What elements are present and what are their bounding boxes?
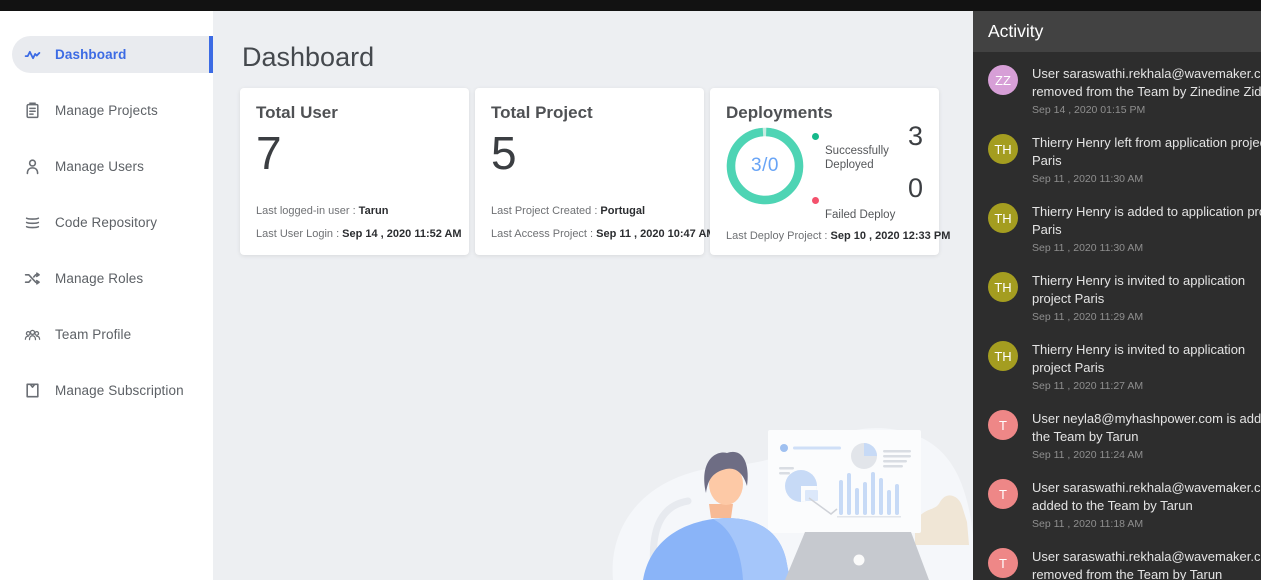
activity-timestamp: Sep 11 , 2020 11:29 AM (1032, 311, 1261, 323)
user-icon (24, 158, 41, 175)
pulse-icon (24, 46, 41, 63)
activity-timestamp: Sep 11 , 2020 11:27 AM (1032, 380, 1261, 392)
activity-item: ZZ User saraswathi.rekhala@wavemaker.com… (973, 63, 1261, 132)
sidebar-item-code-repository[interactable]: Code Repository (0, 204, 213, 241)
activity-message: Thierry Henry is added to application pr… (1032, 203, 1261, 238)
main-content: Dashboard Total User 7 Last logged-in us… (213, 11, 973, 580)
activity-list[interactable]: ZZ User saraswathi.rekhala@wavemaker.com… (973, 52, 1261, 580)
team-icon (24, 326, 41, 343)
activity-panel: Activity ZZ User saraswathi.rekhala@wave… (973, 11, 1261, 580)
sidebar-item-manage-users[interactable]: Manage Users (0, 148, 213, 185)
activity-item: T User neyla8@myhashpower.com is added t… (973, 408, 1261, 477)
deployments-card: Deployments 3/0 Successfully Deployed Fa… (710, 88, 939, 255)
card-title: Deployments (726, 103, 833, 123)
activity-timestamp: Sep 14 , 2020 01:15 PM (1032, 104, 1261, 116)
avatar: T (988, 548, 1018, 578)
sidebar-item-label: Team Profile (55, 327, 131, 342)
total-user-value: 7 (256, 126, 282, 180)
last-logged-in-user: Last logged-in user :Tarun (256, 205, 388, 217)
success-dot-icon (812, 133, 819, 140)
failed-dot-icon (812, 197, 819, 204)
failed-count: 0 (908, 173, 923, 204)
activity-item: T User saraswathi.rekhala@wavemaker.com … (973, 477, 1261, 546)
shuffle-icon (24, 270, 41, 287)
stat-cards: Total User 7 Last logged-in user :Tarun … (240, 88, 945, 255)
total-user-card: Total User 7 Last logged-in user :Tarun … (240, 88, 469, 255)
donut-center-label: 3/0 (726, 127, 804, 205)
avatar: T (988, 479, 1018, 509)
last-project-created: Last Project Created :Portugal (491, 205, 645, 217)
sidebar-item-label: Dashboard (55, 47, 126, 62)
sidebar-item-label: Manage Users (55, 159, 144, 174)
clipboard-icon (24, 102, 41, 119)
sidebar-item-manage-projects[interactable]: Manage Projects (0, 92, 213, 129)
sidebar-item-manage-subscription[interactable]: Manage Subscription (0, 372, 213, 409)
sidebar-item-label: Manage Projects (55, 103, 158, 118)
avatar: ZZ (988, 65, 1018, 95)
total-project-card: Total Project 5 Last Project Created :Po… (475, 88, 704, 255)
activity-message: Thierry Henry is invited to application … (1032, 272, 1261, 307)
activity-item: TH Thierry Henry is invited to applicati… (973, 270, 1261, 339)
sidebar: Dashboard Manage Projects Manage Users (0, 11, 213, 580)
avatar: TH (988, 272, 1018, 302)
activity-title: Activity (988, 21, 1043, 41)
activity-message: User neyla8@myhashpower.com is added to … (1032, 410, 1261, 445)
avatar: TH (988, 203, 1018, 233)
last-access-project: Last Access Project :Sep 11 , 2020 10:47… (491, 228, 716, 240)
avatar: TH (988, 134, 1018, 164)
deployments-donut-chart: 3/0 (726, 127, 804, 205)
success-count: 3 (908, 121, 923, 152)
sidebar-item-dashboard[interactable]: Dashboard (12, 36, 213, 73)
sidebar-item-team-profile[interactable]: Team Profile (0, 316, 213, 353)
activity-timestamp: Sep 11 , 2020 11:24 AM (1032, 449, 1261, 461)
activity-message: User saraswathi.rekhala@wavemaker.com is… (1032, 479, 1261, 514)
avatar: TH (988, 341, 1018, 371)
sidebar-item-label: Manage Roles (55, 271, 143, 286)
last-deploy-project: Last Deploy Project :Sep 10 , 2020 12:33… (726, 230, 950, 242)
activity-message: Thierry Henry is invited to application … (1032, 341, 1261, 376)
top-bar (0, 0, 1261, 11)
card-title: Total User (256, 103, 338, 123)
activity-header: Activity (973, 11, 1261, 52)
activity-item: TH Thierry Henry is added to application… (973, 201, 1261, 270)
stack-icon (24, 214, 41, 231)
activity-item: TH Thierry Henry is invited to applicati… (973, 339, 1261, 408)
sidebar-item-label: Code Repository (55, 215, 157, 230)
activity-message: User saraswathi.rekhala@wavemaker.com is… (1032, 65, 1261, 100)
activity-item: TH Thierry Henry left from application p… (973, 132, 1261, 201)
page-title: Dashboard (242, 42, 374, 73)
sidebar-item-label: Manage Subscription (55, 383, 184, 398)
last-user-login: Last User Login :Sep 14 , 2020 11:52 AM (256, 228, 462, 240)
sidebar-item-manage-roles[interactable]: Manage Roles (0, 260, 213, 297)
bookmark-icon (24, 382, 41, 399)
active-indicator (209, 36, 213, 73)
dashboard-illustration (593, 410, 973, 580)
activity-message: User saraswathi.rekhala@wavemaker.com is… (1032, 548, 1261, 580)
card-title: Total Project (491, 103, 593, 123)
avatar: T (988, 410, 1018, 440)
activity-timestamp: Sep 11 , 2020 11:18 AM (1032, 518, 1261, 530)
activity-timestamp: Sep 11 , 2020 11:30 AM (1032, 173, 1261, 185)
total-project-value: 5 (491, 126, 517, 180)
activity-message: Thierry Henry left from application proj… (1032, 134, 1261, 169)
activity-timestamp: Sep 11 , 2020 11:30 AM (1032, 242, 1261, 254)
activity-item: T User saraswathi.rekhala@wavemaker.com … (973, 546, 1261, 580)
